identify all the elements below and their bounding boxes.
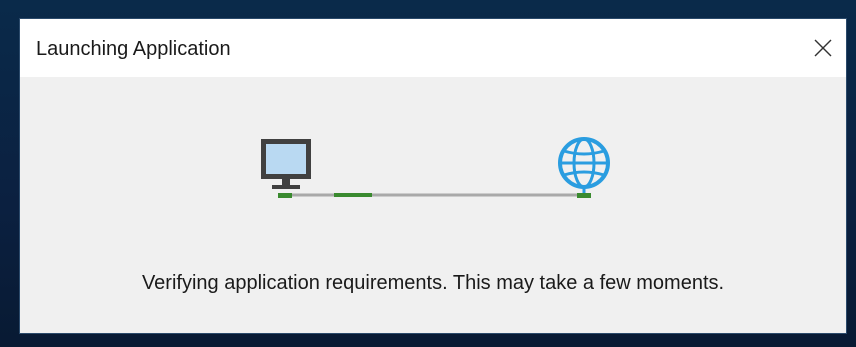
activity-indicator	[334, 193, 372, 197]
status-message: Verifying application requirements. This…	[141, 272, 725, 294]
close-button[interactable]	[800, 19, 846, 77]
dialog-body: Verifying application requirements. This…	[20, 77, 846, 333]
connection-diagram	[261, 137, 610, 198]
launching-dialog: Launching Application Verifying applicat…	[20, 19, 846, 333]
title-bar: Launching Application	[20, 19, 846, 77]
dialog-title: Launching Application	[36, 38, 231, 60]
globe-icon	[558, 137, 610, 198]
computer-icon	[261, 139, 311, 198]
close-icon	[814, 39, 832, 57]
